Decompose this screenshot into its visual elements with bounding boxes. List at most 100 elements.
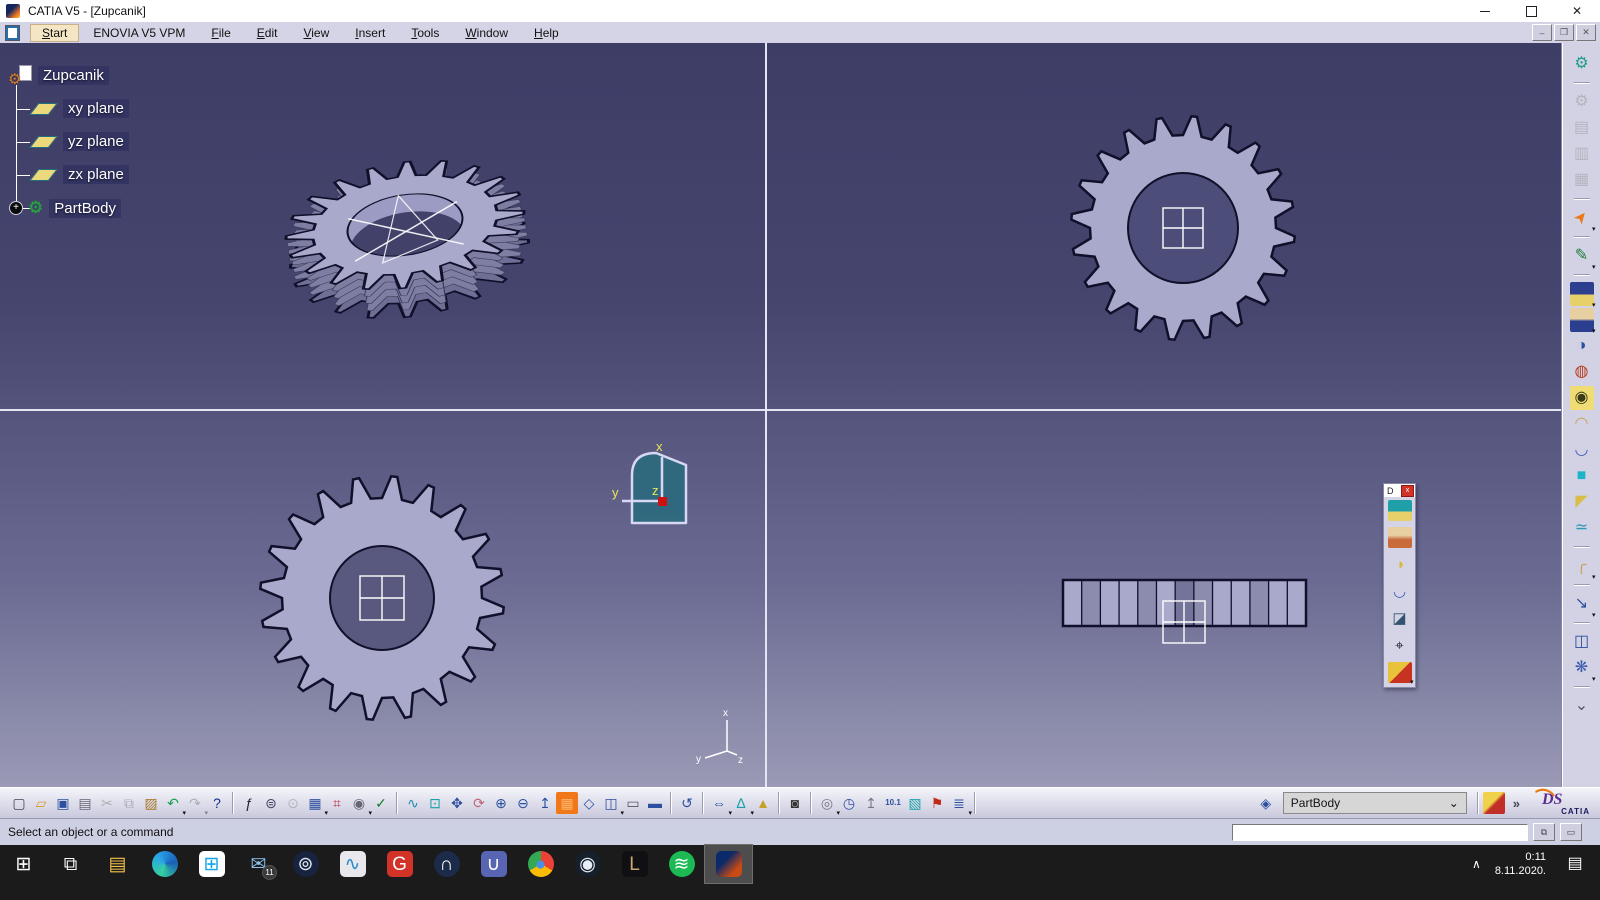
check-analysis[interactable]: ✓ (370, 792, 392, 814)
menu-view[interactable]: View (291, 24, 341, 42)
edge-fillet[interactable]: ╭▾ (1570, 554, 1594, 578)
disabled-tool-1[interactable]: ⚙ (1570, 90, 1594, 114)
taskbar-league-of-legends[interactable]: L (611, 845, 658, 883)
redo[interactable]: ↷▾ (184, 792, 206, 814)
cut[interactable]: ✂ (96, 792, 118, 814)
menu-file[interactable]: File (199, 24, 242, 42)
flag-note[interactable]: ⚑ (926, 792, 948, 814)
pocket[interactable] (1388, 527, 1412, 548)
groove[interactable]: ◍ (1570, 360, 1594, 384)
toolbar-overflow-chevron[interactable]: » (1513, 796, 1520, 811)
sketcher[interactable]: ✎▾ (1570, 244, 1594, 268)
menu-start[interactable]: Start (30, 24, 79, 42)
fly-mode[interactable]: ∿ (402, 792, 424, 814)
taskbar-task-manager[interactable]: ∿ (329, 845, 376, 883)
compass-plane[interactable] (632, 453, 686, 523)
multi-section[interactable]: ▾ (1388, 662, 1412, 683)
disabled-tool-3[interactable]: ▥ (1570, 142, 1594, 166)
restore-button[interactable] (1508, 0, 1554, 22)
notification-center-button[interactable]: ▤ (1560, 845, 1590, 883)
taskbar-chrome[interactable]: ● (517, 845, 564, 883)
tree-item-xy-plane[interactable]: xy plane (30, 99, 129, 118)
shaft[interactable]: ◑ (1570, 334, 1594, 358)
annotations[interactable]: ▧ (904, 792, 926, 814)
knowledge-balloon[interactable]: ⊜ (260, 792, 282, 814)
dialog-toggle-button[interactable]: ▭ (1560, 823, 1582, 841)
parameters-graph[interactable]: ⌗ (326, 792, 348, 814)
apply-material[interactable] (1483, 792, 1505, 814)
measure-inertia[interactable]: ▲ (752, 792, 774, 814)
dock-overflow[interactable]: ⌄ (1570, 694, 1594, 718)
rib[interactable]: ◠ (1570, 412, 1594, 436)
capture-image[interactable]: ◙ (784, 792, 806, 814)
compass-origin-handle[interactable] (658, 497, 667, 506)
disabled-tool-4[interactable]: ▦ (1570, 168, 1594, 192)
shaft[interactable]: ◑ (1388, 554, 1412, 575)
taskbar-discord[interactable]: ∪ (470, 845, 517, 883)
compass-orientation[interactable]: ↥ (860, 792, 882, 814)
whats-this-help[interactable]: ? (206, 792, 228, 814)
copy[interactable]: ⧉ (118, 792, 140, 814)
taskbar-mail[interactable]: ✉11 (235, 845, 282, 883)
tree-item-yz-plane[interactable]: yz plane (30, 132, 129, 151)
new-document[interactable]: ▢ (8, 792, 30, 814)
circular-pattern[interactable]: ❋▾ (1570, 656, 1594, 680)
3d-compass[interactable]: x y z (610, 441, 710, 551)
stiffener[interactable]: ◤ (1570, 490, 1594, 514)
chronology[interactable]: ◷ (838, 792, 860, 814)
pad[interactable] (1388, 500, 1412, 521)
view-mode-blue[interactable]: ▬ (644, 792, 666, 814)
isometric-view[interactable]: ◇ (578, 792, 600, 814)
save[interactable]: ▣ (52, 792, 74, 814)
pad[interactable]: ▾ (1570, 282, 1594, 306)
zoom-out[interactable]: ⊖ (512, 792, 534, 814)
formula[interactable]: ƒ (238, 792, 260, 814)
taskbar-task-view[interactable]: ⧉ (47, 845, 94, 883)
pocket[interactable]: ▾ (1570, 308, 1594, 332)
undo[interactable]: ↶▾ (162, 792, 184, 814)
floating-toolbar-close-button[interactable]: x (1401, 485, 1414, 497)
shaded-view[interactable]: ◫▾ (600, 792, 622, 814)
menu-tools[interactable]: Tools (399, 24, 451, 42)
taskbar-game-launcher[interactable]: ◉ (564, 845, 611, 883)
solid-combine[interactable]: ◪ (1388, 608, 1412, 629)
taskbar-file-explorer[interactable]: ▤ (94, 845, 141, 883)
fit-all-in[interactable]: ⊡ (424, 792, 446, 814)
lock-parameter[interactable]: ⊙ (282, 792, 304, 814)
floating-toolbar-titlebar[interactable]: D x (1384, 484, 1415, 497)
hole[interactable]: ⌖ (1388, 635, 1412, 656)
taskbar-red-g-app[interactable]: G (376, 845, 423, 883)
tree-item-partbody[interactable]: +⚙PartBody (10, 198, 121, 218)
menu-insert[interactable]: Insert (343, 24, 397, 42)
viewport-divider-horizontal[interactable] (0, 409, 1562, 411)
view-mode-white[interactable]: ▭ (622, 792, 644, 814)
draft-analysis[interactable]: ◎▾ (816, 792, 838, 814)
normal-view[interactable]: ↥ (534, 792, 556, 814)
tray-clock[interactable]: 0:11 8.11.2020. (1495, 850, 1546, 879)
taskbar-steam[interactable]: ⊚ (282, 845, 329, 883)
layers[interactable]: ◈ (1255, 792, 1277, 814)
select-arrow[interactable]: ➤▾ (1570, 206, 1594, 230)
menu-help[interactable]: Help (522, 24, 571, 42)
solid-combine[interactable]: ■ (1570, 464, 1594, 488)
mirror[interactable]: ◫ (1570, 630, 1594, 654)
hole[interactable]: ◉ (1570, 386, 1594, 410)
pan[interactable]: ✥ (446, 792, 468, 814)
disabled-tool-2[interactable]: ▤ (1570, 116, 1594, 140)
minimize-button[interactable] (1462, 0, 1508, 22)
tree-item-zupcanik[interactable]: ⚙Zupcanik (8, 65, 109, 85)
multi-sections-solid[interactable]: ≃ (1570, 516, 1594, 540)
taskbar-edge-browser[interactable] (141, 845, 188, 883)
power-input-field[interactable] (1232, 824, 1528, 841)
taskbar-headset-app[interactable]: ∩ (423, 845, 470, 883)
taskbar-catia-window[interactable] (705, 845, 752, 883)
close-button[interactable]: ✕ (1554, 0, 1600, 22)
taskbar-microsoft-store[interactable]: ⊞ (188, 845, 235, 883)
workbench-part-design[interactable]: ⚙ (1570, 52, 1594, 76)
zoom-in[interactable]: ⊕ (490, 792, 512, 814)
examine-mode[interactable]: ↺ (676, 792, 698, 814)
measure-item[interactable]: ∆▾ (730, 792, 752, 814)
knowledge-inspector[interactable]: ◉▾ (348, 792, 370, 814)
tree-expander-icon[interactable]: + (10, 202, 22, 214)
translate[interactable]: ↘▾ (1570, 592, 1594, 616)
